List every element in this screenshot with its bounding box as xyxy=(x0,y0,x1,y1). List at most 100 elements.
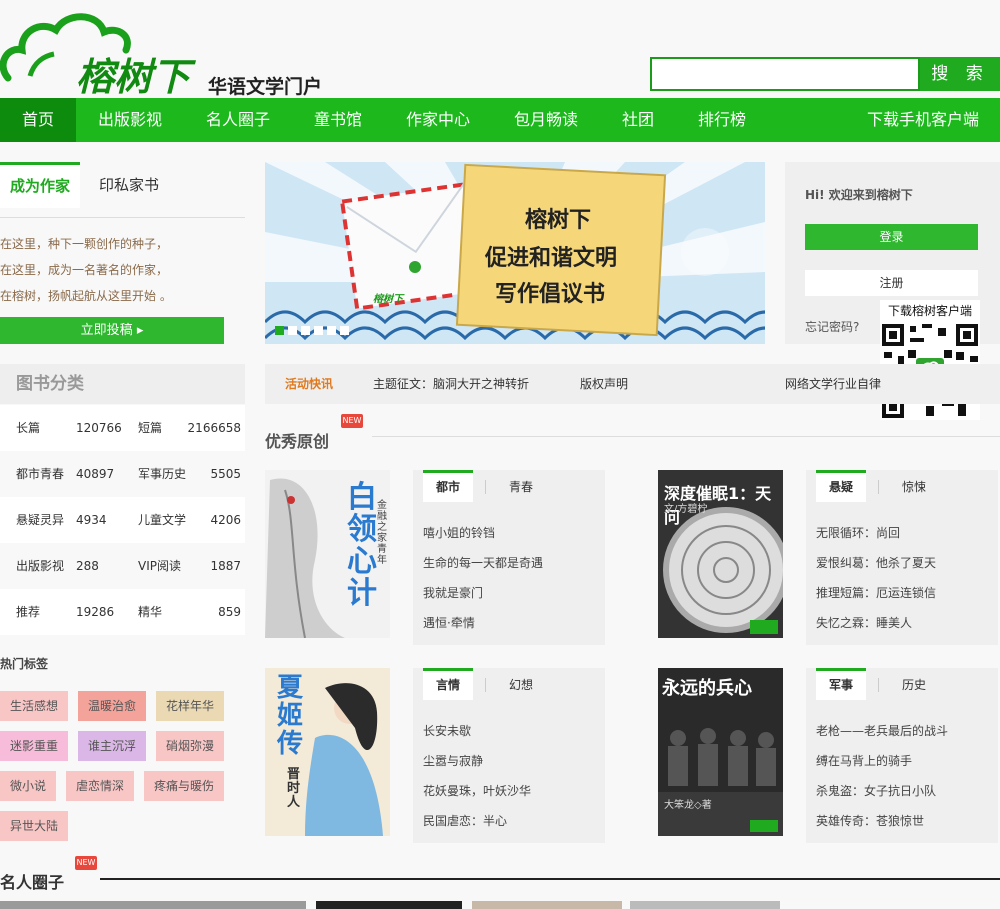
book-cover[interactable]: 夏姬传 晋时人 xyxy=(265,668,390,836)
book-link[interactable]: 嘻小姐的铃铛 xyxy=(423,524,495,541)
submit-manuscript-button[interactable]: 立即投稿 ▸ xyxy=(0,317,224,344)
book-link[interactable]: 花妖曼珠，叶妖沙华 xyxy=(423,782,531,799)
category-name[interactable]: 推荐 xyxy=(16,589,40,635)
genre-tab-active[interactable]: 言情 xyxy=(423,668,473,700)
category-name[interactable]: 长篇 xyxy=(16,405,40,451)
banner-line-1: 榕树下 xyxy=(525,208,592,233)
cover-subtitle: 金融之家青年 xyxy=(377,500,387,566)
book-link[interactable]: 缚在马背上的骑手 xyxy=(816,752,912,769)
new-badge: NEW xyxy=(341,414,363,428)
carousel-dot-active[interactable] xyxy=(275,326,284,335)
genre-tab-active[interactable]: 都市 xyxy=(423,470,473,502)
book-link[interactable]: 无限循环：尚回 xyxy=(816,524,900,541)
nav-item-ranking[interactable]: 排行榜 xyxy=(690,98,754,142)
nav-item-author[interactable]: 作家中心 xyxy=(398,98,478,142)
carousel-dot[interactable] xyxy=(301,326,310,335)
book-cover[interactable]: 深度催眠1：天问 文/方碧柠 xyxy=(658,470,783,638)
cover-title: 夏姬传 xyxy=(277,673,304,759)
welcome-text: Hi! 欢迎来到榕树下 xyxy=(805,188,913,202)
nav-item-home[interactable]: 首页 xyxy=(0,98,76,142)
celebrity-thumb[interactable] xyxy=(630,901,780,909)
category-name[interactable]: 都市青春 xyxy=(16,451,64,497)
book-link[interactable]: 失忆之霖：睡美人 xyxy=(816,614,912,631)
writer-intro-line: 在这里，成为一名著名的作家， xyxy=(0,263,169,277)
carousel-dot[interactable] xyxy=(327,326,336,335)
genre-tab-active[interactable]: 悬疑 xyxy=(816,470,866,502)
search-button[interactable]: 搜 索 xyxy=(920,57,1000,91)
genre-tab[interactable]: 青春 xyxy=(509,470,533,502)
carousel-dot[interactable] xyxy=(340,326,349,335)
book-link[interactable]: 我就是豪门 xyxy=(423,584,483,601)
book-link[interactable]: 遇恒·牵情 xyxy=(423,614,475,631)
news-item[interactable]: 网络文学行业自律 xyxy=(785,364,881,404)
login-button[interactable]: 登录 xyxy=(805,224,978,250)
cover-subtitle: 文/方碧柠 xyxy=(664,504,708,515)
tab-print-book[interactable]: 印私家书 xyxy=(86,162,172,208)
nav-item-celebrity[interactable]: 名人圈子 xyxy=(198,98,278,142)
writer-intro-line: 在榕树，扬帆起航从这里开始 。 xyxy=(0,289,172,303)
book-link[interactable]: 生命的每一天都是奇遇 xyxy=(423,554,543,571)
celebrity-thumb[interactable] xyxy=(0,901,306,909)
tag-item[interactable]: 微小说 xyxy=(0,771,56,801)
book-cover[interactable]: 白领心计 金融之家青年 xyxy=(265,470,390,638)
nav-item-club[interactable]: 社团 xyxy=(614,98,662,142)
tag-item[interactable]: 硝烟弥漫 xyxy=(156,731,224,761)
book-link[interactable]: 长安未歇 xyxy=(423,722,471,739)
nav-item-publishing[interactable]: 出版影视 xyxy=(90,98,170,142)
banner-mini-logo: 榕树下 xyxy=(373,294,403,305)
genre-tab[interactable]: 幻想 xyxy=(509,668,533,700)
category-row: 长篇 120766 短篇 2166658 xyxy=(0,405,245,451)
book-link[interactable]: 民国虐恋：半心 xyxy=(423,812,507,829)
tag-item[interactable]: 迷影重重 xyxy=(0,731,68,761)
book-link[interactable]: 爱恨纠葛：他杀了夏天 xyxy=(816,554,936,571)
genre-tab[interactable]: 历史 xyxy=(902,668,926,700)
tag-item[interactable]: 谁主沉浮 xyxy=(78,731,146,761)
book-link[interactable]: 老枪——老兵最后的战斗 xyxy=(816,722,948,739)
tag-item[interactable]: 温暖治愈 xyxy=(78,691,146,721)
forgot-password-link[interactable]: 忘记密码? xyxy=(805,318,859,335)
promo-banner[interactable]: 榕树下 促进和谐文明 写作倡议书 榕树下 xyxy=(265,162,765,344)
cover-subtitle: 晋时人 xyxy=(287,767,301,810)
genre-tab[interactable]: 惊悚 xyxy=(902,470,926,502)
tag-item[interactable]: 异世大陆 xyxy=(0,811,68,841)
category-name[interactable]: VIP阅读 xyxy=(138,543,181,589)
book-cover[interactable]: 永远的兵心 大笨龙◇著 xyxy=(658,668,783,836)
celebrity-thumb[interactable] xyxy=(472,901,622,909)
tag-item[interactable]: 疼痛与暖伤 xyxy=(144,771,224,801)
book-link[interactable]: 英雄传奇：苍狼惊世 xyxy=(816,812,924,829)
book-link[interactable]: 推理短篇：厄运连锁信 xyxy=(816,584,936,601)
news-item[interactable]: 主题征文：脑洞大开之神转折 xyxy=(373,364,529,404)
categories-title: 图书分类 xyxy=(0,364,245,404)
nav-download-app[interactable]: 下载手机客户端 xyxy=(860,98,986,142)
nav-item-kids[interactable]: 童书馆 xyxy=(306,98,370,142)
book-link[interactable]: 尘嚣与寂静 xyxy=(423,752,483,769)
category-name[interactable]: 出版影视 xyxy=(16,543,64,589)
nav-item-monthly[interactable]: 包月畅读 xyxy=(506,98,586,142)
genre-tab-active[interactable]: 军事 xyxy=(816,668,866,700)
search-input[interactable] xyxy=(650,57,920,91)
category-name[interactable]: 军事历史 xyxy=(138,451,186,497)
category-row: 都市青春 40897 军事历史 5505 xyxy=(0,451,245,497)
category-name[interactable]: 儿童文学 xyxy=(138,497,186,543)
tag-item[interactable]: 花样年华 xyxy=(156,691,224,721)
book-link[interactable]: 杀鬼盗：女子抗日小队 xyxy=(816,782,936,799)
news-item[interactable]: 版权声明 xyxy=(580,364,628,404)
section-title-celebrity: 名人圈子 xyxy=(0,873,65,892)
cover-subtitle: 大笨龙◇著 xyxy=(664,800,712,811)
tag-item[interactable]: 虐恋情深 xyxy=(66,771,134,801)
register-button[interactable]: 注册 xyxy=(805,270,978,296)
news-label: 活动快讯 xyxy=(285,377,334,391)
celebrity-thumb[interactable] xyxy=(316,901,462,909)
category-name[interactable]: 悬疑灵异 xyxy=(16,497,64,543)
tab-become-writer[interactable]: 成为作家 xyxy=(0,162,80,208)
carousel-dot[interactable] xyxy=(288,326,297,335)
category-name[interactable]: 精华 xyxy=(138,589,162,635)
category-name[interactable]: 短篇 xyxy=(138,405,162,451)
writer-intro-line: 在这里，种下一颗创作的种子， xyxy=(0,237,169,251)
category-count: 288 xyxy=(76,559,99,573)
category-count: 1887 xyxy=(210,559,241,573)
genre-panel: 悬疑 惊悚 无限循环：尚回 爱恨纠葛：他杀了夏天 推理短篇：厄运连锁信 失忆之霖… xyxy=(806,470,998,645)
carousel-dot[interactable] xyxy=(314,326,323,335)
genre-panel: 言情 幻想 长安未歇 尘嚣与寂静 花妖曼珠，叶妖沙华 民国虐恋：半心 xyxy=(413,668,605,843)
tag-item[interactable]: 生活感想 xyxy=(0,691,68,721)
